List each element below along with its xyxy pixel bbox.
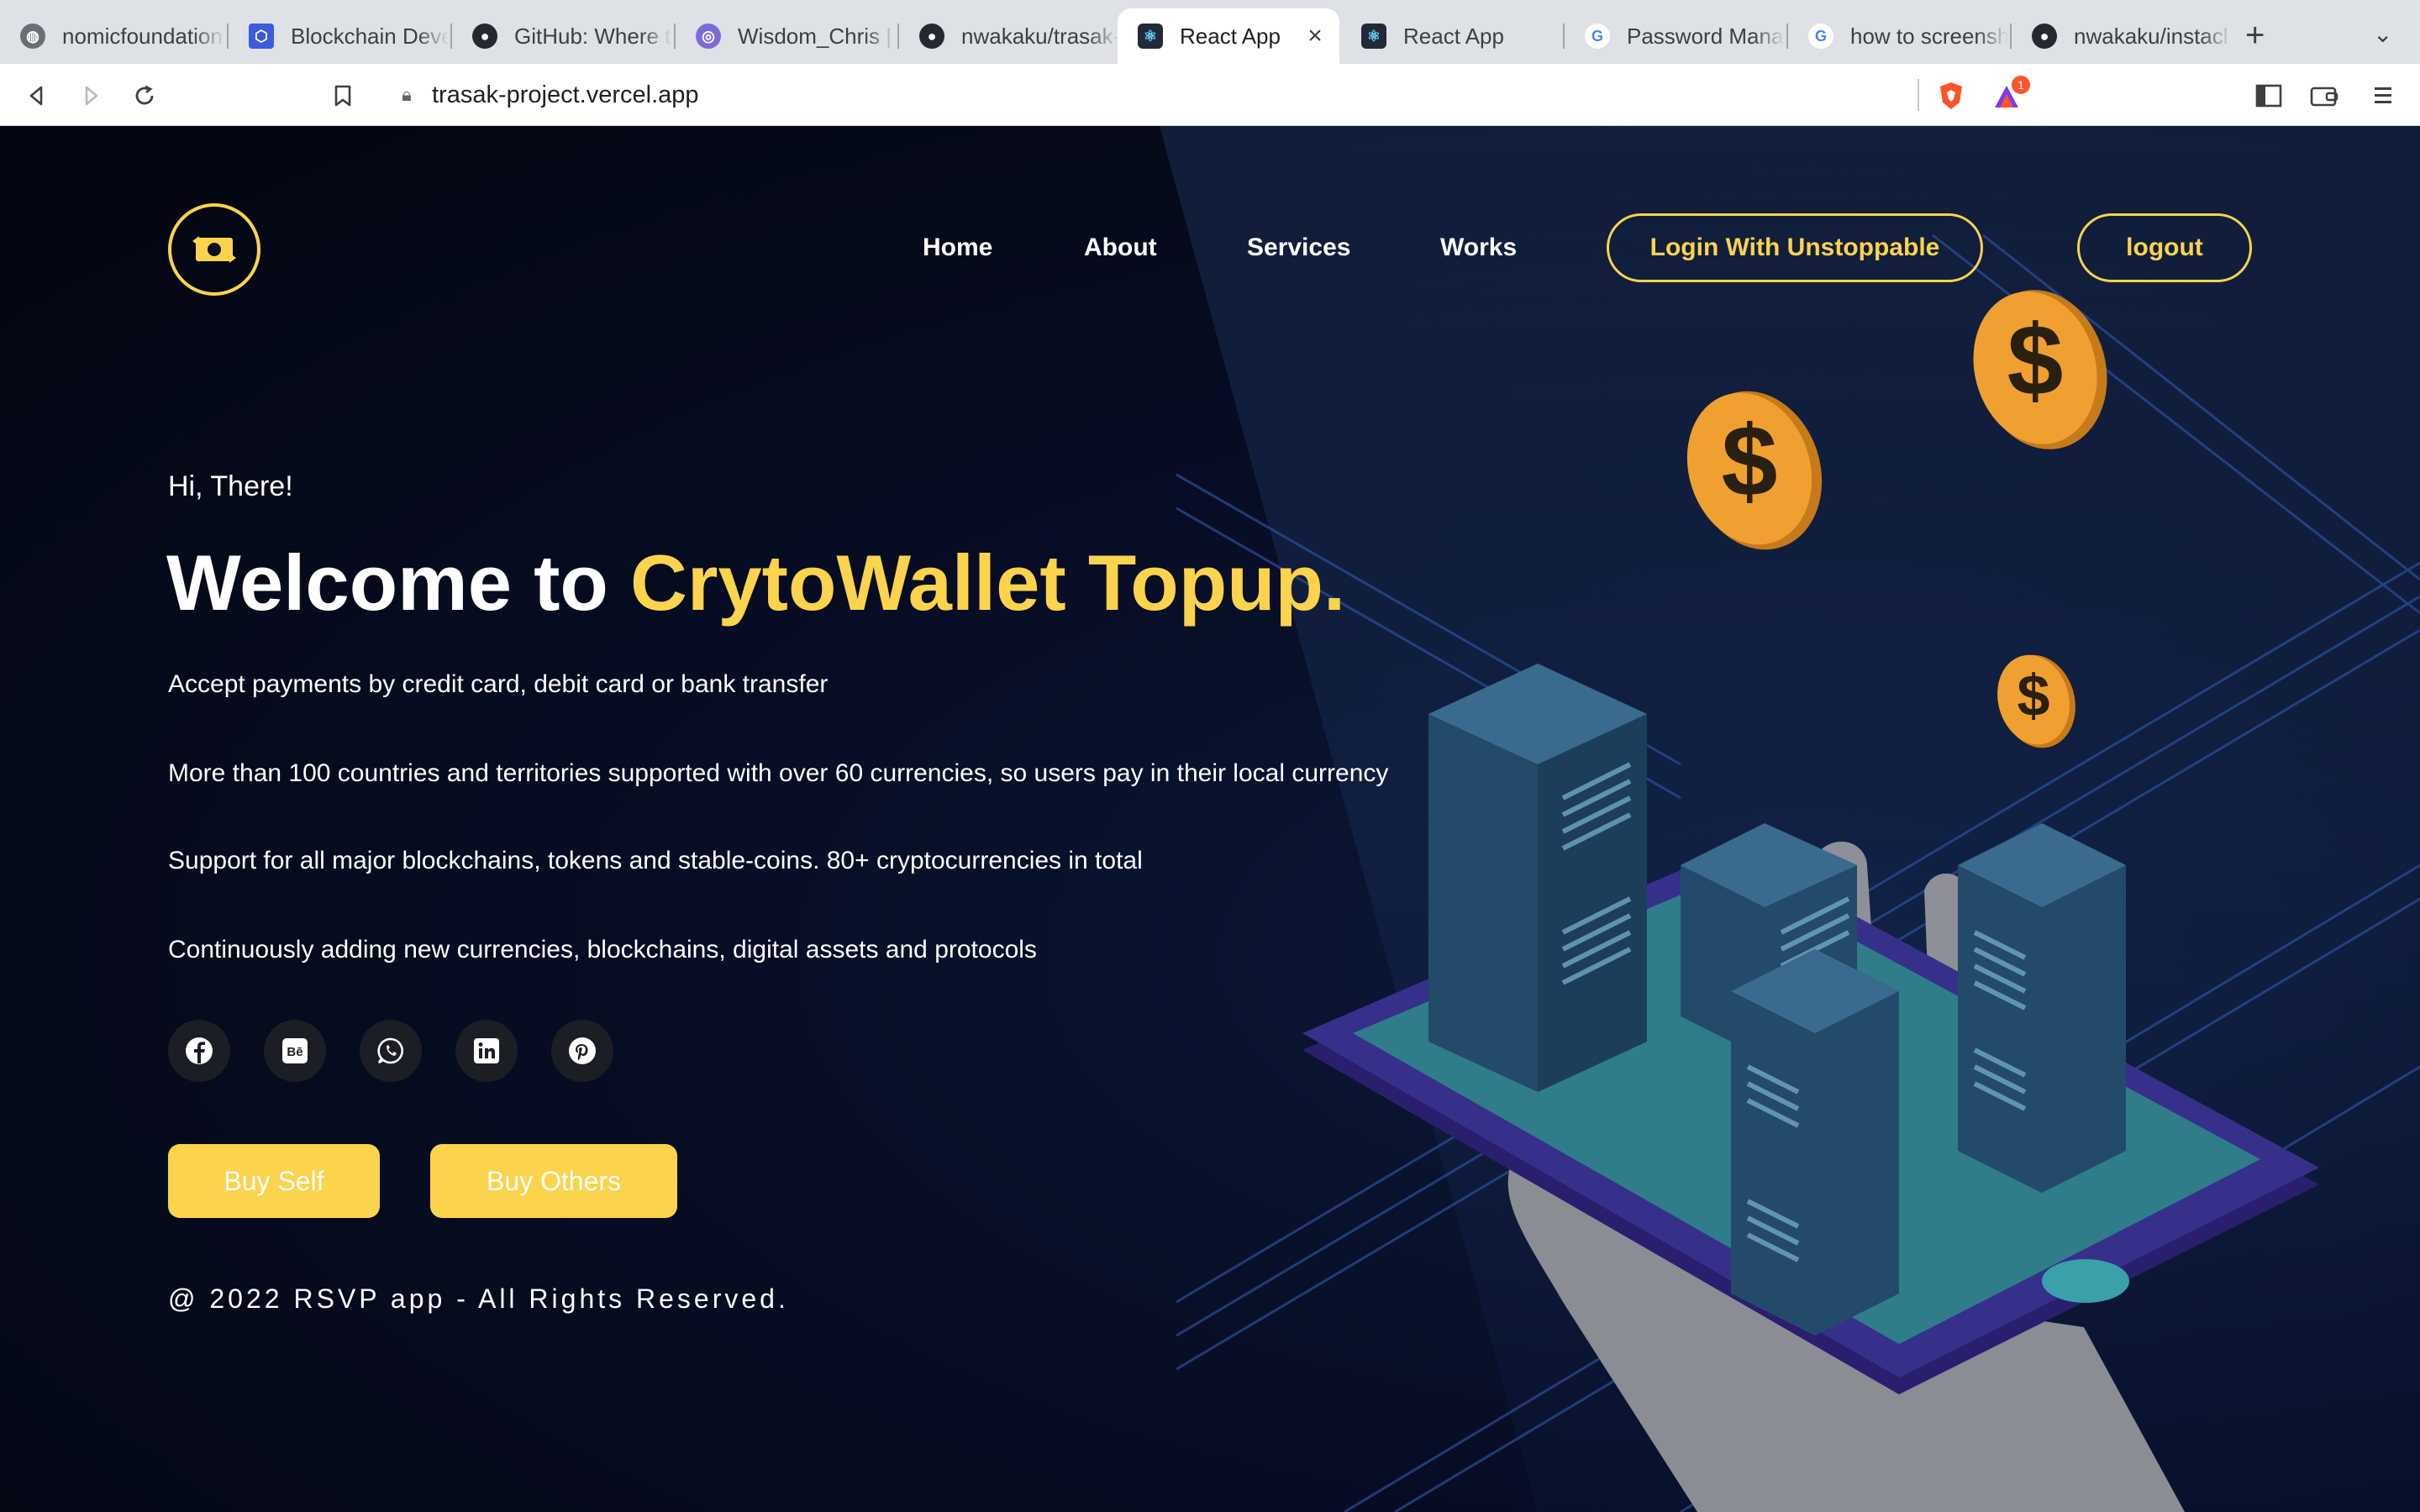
browser-toolbar: 🔒︎ trasak-project.vercel.app 1 bbox=[0, 64, 2420, 126]
svg-text:$: $ bbox=[2007, 304, 2064, 417]
site-navbar: Home About Services Works Login With Uns… bbox=[0, 170, 2420, 296]
rewards-badge: 1 bbox=[2012, 76, 2030, 94]
logout-button[interactable]: logout bbox=[2077, 213, 2252, 282]
browser-tab[interactable]: G how to screensho bbox=[1788, 8, 2008, 64]
browser-tab[interactable]: ⚛ React App bbox=[1341, 8, 1561, 64]
hero-title-highlight: CrytoWallet Topup. bbox=[629, 538, 1346, 627]
site-logo[interactable] bbox=[168, 203, 260, 296]
hero-title-plain: Welcome to bbox=[166, 538, 630, 627]
hashnode-icon: ◎ bbox=[696, 24, 721, 49]
svg-text:$: $ bbox=[1722, 405, 1778, 517]
sidebar-toggle-icon[interactable] bbox=[2252, 79, 2286, 113]
github-icon: ● bbox=[2032, 24, 2057, 49]
nav-link-home[interactable]: Home bbox=[923, 234, 992, 262]
money-exchange-icon bbox=[192, 236, 236, 263]
google-icon: G bbox=[1808, 24, 1833, 49]
back-icon[interactable] bbox=[20, 79, 54, 113]
url-text: trasak-project.vercel.app bbox=[432, 81, 699, 108]
forward-icon[interactable] bbox=[74, 79, 108, 113]
menu-icon[interactable] bbox=[2366, 79, 2400, 113]
react-icon: ⚛ bbox=[1138, 24, 1163, 49]
reload-icon[interactable] bbox=[128, 79, 161, 113]
brave-shields-icon[interactable] bbox=[1934, 79, 1968, 113]
github-icon: ● bbox=[472, 24, 497, 49]
hero-paragraph: Continuously adding new currencies, bloc… bbox=[168, 936, 1037, 963]
address-bar[interactable]: 🔒︎ trasak-project.vercel.app bbox=[380, 71, 2040, 119]
browser-tab[interactable]: ● nwakaku/trasak- bbox=[899, 8, 1119, 64]
hero-illustration: $ $ $ bbox=[1176, 234, 2420, 1512]
buy-self-button[interactable]: Buy Self bbox=[168, 1144, 380, 1218]
coin-icon: $ bbox=[1997, 654, 2075, 748]
pinterest-icon[interactable] bbox=[551, 1020, 613, 1082]
browser-tab[interactable]: ● nwakaku/instacl bbox=[2012, 8, 2232, 64]
svg-text:Bē: Bē bbox=[287, 1045, 302, 1059]
login-unstoppable-button[interactable]: Login With Unstoppable bbox=[1607, 213, 1983, 282]
react-icon: ⚛ bbox=[1361, 24, 1386, 49]
close-tab-icon[interactable]: × bbox=[1302, 22, 1328, 50]
behance-icon[interactable]: Bē bbox=[264, 1020, 326, 1082]
hexagon-icon: ⬡ bbox=[249, 24, 274, 49]
coin-icon: $ bbox=[1686, 391, 1823, 550]
web-page: $ $ $ Home About Services Works Login Wi… bbox=[0, 126, 2420, 1512]
nav-link-works[interactable]: Works bbox=[1440, 234, 1517, 262]
hero-title: Welcome to CrytoWallet Topup. bbox=[166, 538, 1345, 628]
hero-paragraph: More than 100 countries and territories … bbox=[168, 759, 1389, 787]
svg-text:$: $ bbox=[2018, 663, 2050, 728]
bookmark-icon[interactable] bbox=[326, 79, 360, 113]
browser-tab-active[interactable]: ⚛ React App × bbox=[1118, 8, 1339, 64]
browser-tab[interactable]: ● GitHub: Where th bbox=[452, 8, 672, 64]
browser-tab[interactable]: ⬡ Blockchain Deve bbox=[229, 8, 449, 64]
whatsapp-icon[interactable] bbox=[360, 1020, 422, 1082]
nav-link-about[interactable]: About bbox=[1084, 234, 1157, 262]
hero-paragraph: Support for all major blockchains, token… bbox=[168, 847, 1143, 874]
copyright-text: @ 2022 RSVP app - All Rights Reserved. bbox=[168, 1284, 789, 1314]
address-bar-divider bbox=[1918, 79, 1919, 111]
google-icon: G bbox=[1585, 24, 1610, 49]
coin-icon: $ bbox=[1973, 290, 2107, 449]
new-tab-button[interactable]: + bbox=[2245, 17, 2265, 55]
linkedin-icon[interactable] bbox=[455, 1020, 518, 1082]
globe-icon: ◍ bbox=[20, 24, 45, 49]
tab-search-chevron-icon[interactable]: ⌄ bbox=[2373, 20, 2392, 48]
nav-link-services[interactable]: Services bbox=[1247, 234, 1350, 262]
brave-rewards-icon[interactable]: 1 bbox=[1991, 76, 2030, 113]
browser-tab-strip: ◍ nomicfoundation ⬡ Blockchain Deve ● Gi… bbox=[0, 0, 2420, 64]
browser-tab[interactable]: G Password Manag bbox=[1565, 8, 1785, 64]
wallet-icon[interactable] bbox=[2307, 79, 2341, 113]
lock-icon: 🔒︎ bbox=[402, 84, 412, 105]
github-icon: ● bbox=[919, 24, 944, 49]
hero-paragraph: Accept payments by credit card, debit ca… bbox=[168, 670, 829, 698]
browser-tab[interactable]: ◍ nomicfoundation bbox=[0, 8, 225, 64]
hero-greeting: Hi, There! bbox=[168, 470, 293, 502]
facebook-icon[interactable] bbox=[168, 1020, 230, 1082]
buy-others-button[interactable]: Buy Others bbox=[430, 1144, 677, 1218]
browser-tab[interactable]: ◎ Wisdom_Chris | F bbox=[676, 8, 896, 64]
